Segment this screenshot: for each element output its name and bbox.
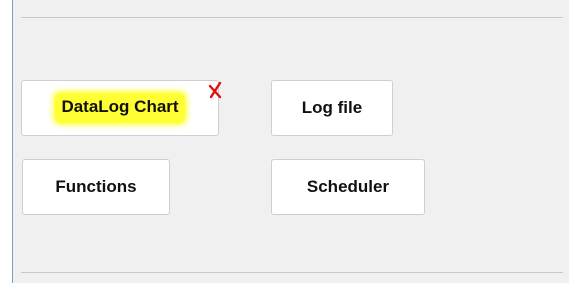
bottom-divider (21, 272, 563, 273)
functions-label: Functions (55, 177, 137, 196)
datalog-chart-button[interactable]: DataLog Chart (21, 80, 222, 136)
red-x-icon (208, 81, 222, 99)
datalog-chart-label: DataLog Chart (61, 97, 179, 116)
yellow-highlight: DataLog Chart (55, 93, 185, 123)
scheduler-label: Scheduler (306, 177, 390, 196)
options-panel: DataLog Chart Log file Functions Schedul… (12, 0, 569, 283)
top-divider (21, 17, 563, 18)
log-file-button[interactable]: Log file (271, 80, 393, 136)
scheduler-button[interactable]: Scheduler (271, 159, 425, 215)
log-file-label: Log file (301, 98, 363, 117)
functions-button[interactable]: Functions (22, 159, 170, 215)
